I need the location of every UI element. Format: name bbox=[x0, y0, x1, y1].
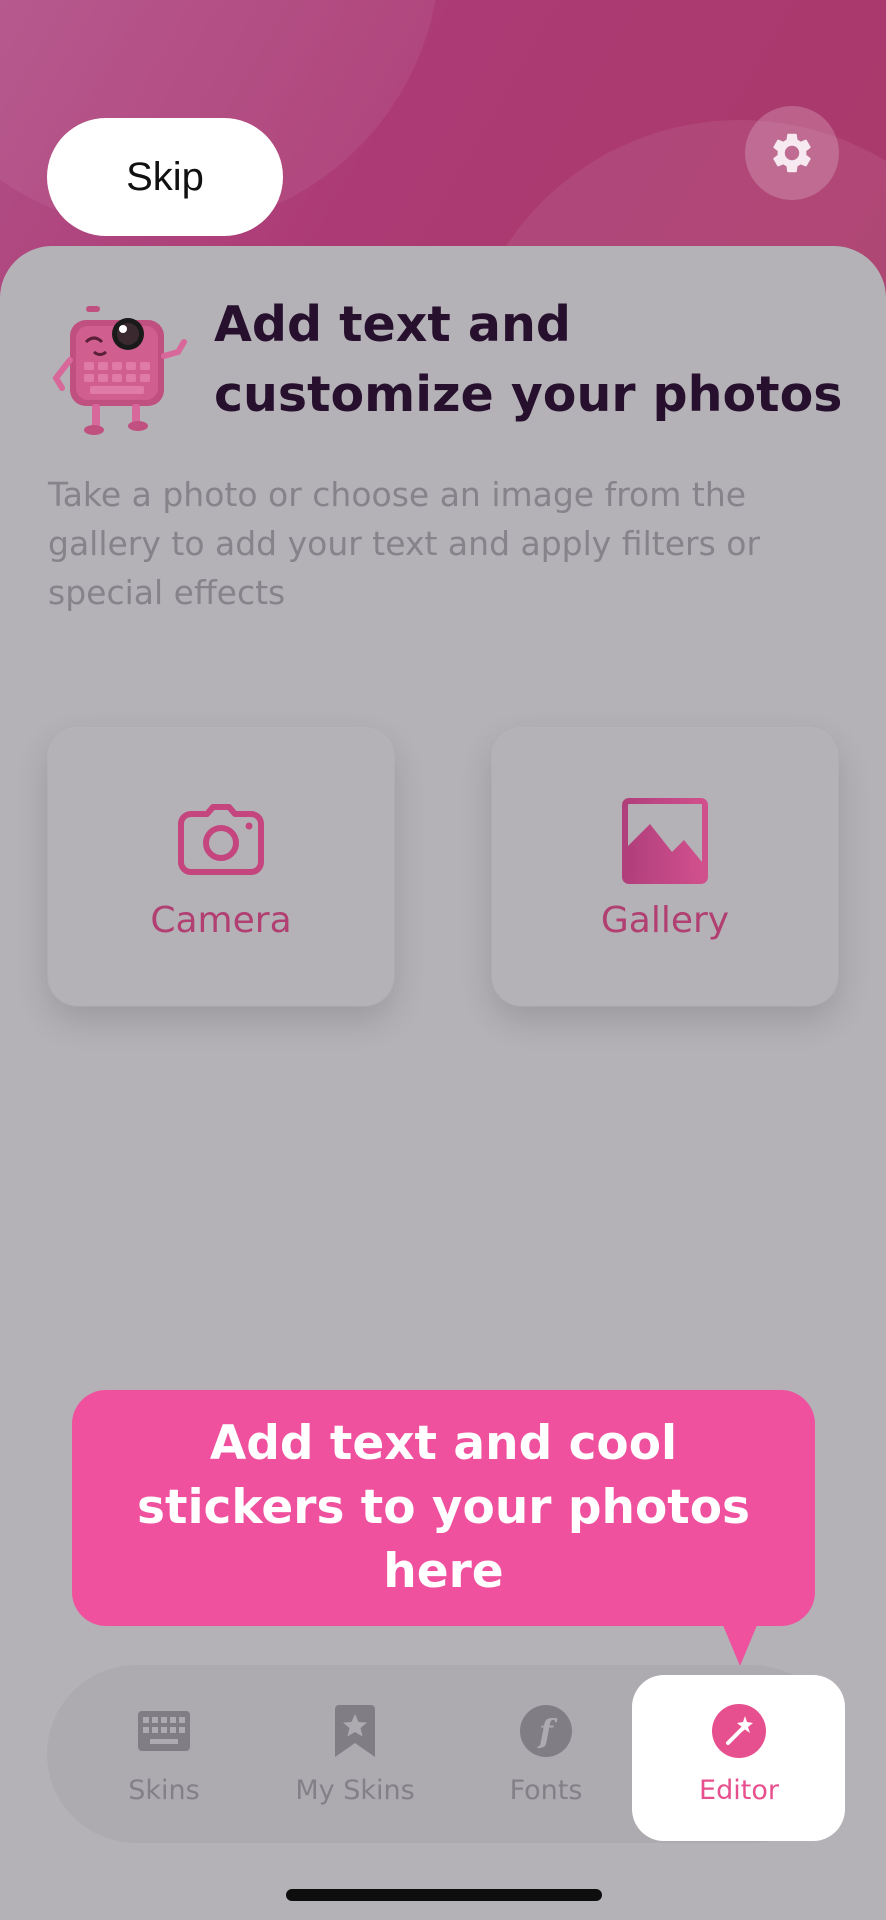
skip-button[interactable]: Skip bbox=[47, 118, 283, 236]
tab-my-skins-label: My Skins bbox=[295, 1774, 415, 1806]
bookmark-star-icon bbox=[335, 1704, 375, 1757]
image-icon bbox=[622, 798, 708, 884]
gear-icon bbox=[773, 133, 811, 173]
tab-my-skins[interactable]: My Skins bbox=[260, 1665, 450, 1843]
gallery-label: Gallery bbox=[600, 900, 730, 941]
camera-button[interactable]: Camera bbox=[48, 728, 394, 1006]
camera-icon bbox=[178, 804, 264, 875]
tooltip-text: Add text and cool stickers to your photo… bbox=[137, 1416, 750, 1599]
tab-fonts-label: Fonts bbox=[509, 1774, 583, 1806]
settings-button[interactable] bbox=[745, 106, 839, 200]
tab-skins-label: Skins bbox=[128, 1774, 200, 1806]
magic-wand-icon bbox=[712, 1703, 766, 1758]
editor-tooltip[interactable]: Add text and cool stickers to your photo… bbox=[72, 1390, 815, 1626]
home-indicator bbox=[286, 1889, 602, 1901]
keyboard-icon bbox=[138, 1710, 190, 1751]
page-description: Take a photo or choose an image from the… bbox=[48, 475, 761, 612]
page-title: Add text and customize your photos bbox=[214, 296, 843, 423]
camera-label: Camera bbox=[150, 900, 292, 941]
gallery-button[interactable]: Gallery bbox=[492, 728, 838, 1006]
tab-skins[interactable]: Skins bbox=[69, 1665, 259, 1843]
tab-editor-label: Editor bbox=[699, 1774, 779, 1806]
keyboard-mascot-icon bbox=[52, 306, 187, 435]
font-icon: f bbox=[520, 1704, 572, 1757]
tab-editor[interactable]: Editor bbox=[642, 1665, 836, 1843]
tab-fonts[interactable]: f Fonts bbox=[451, 1665, 641, 1843]
